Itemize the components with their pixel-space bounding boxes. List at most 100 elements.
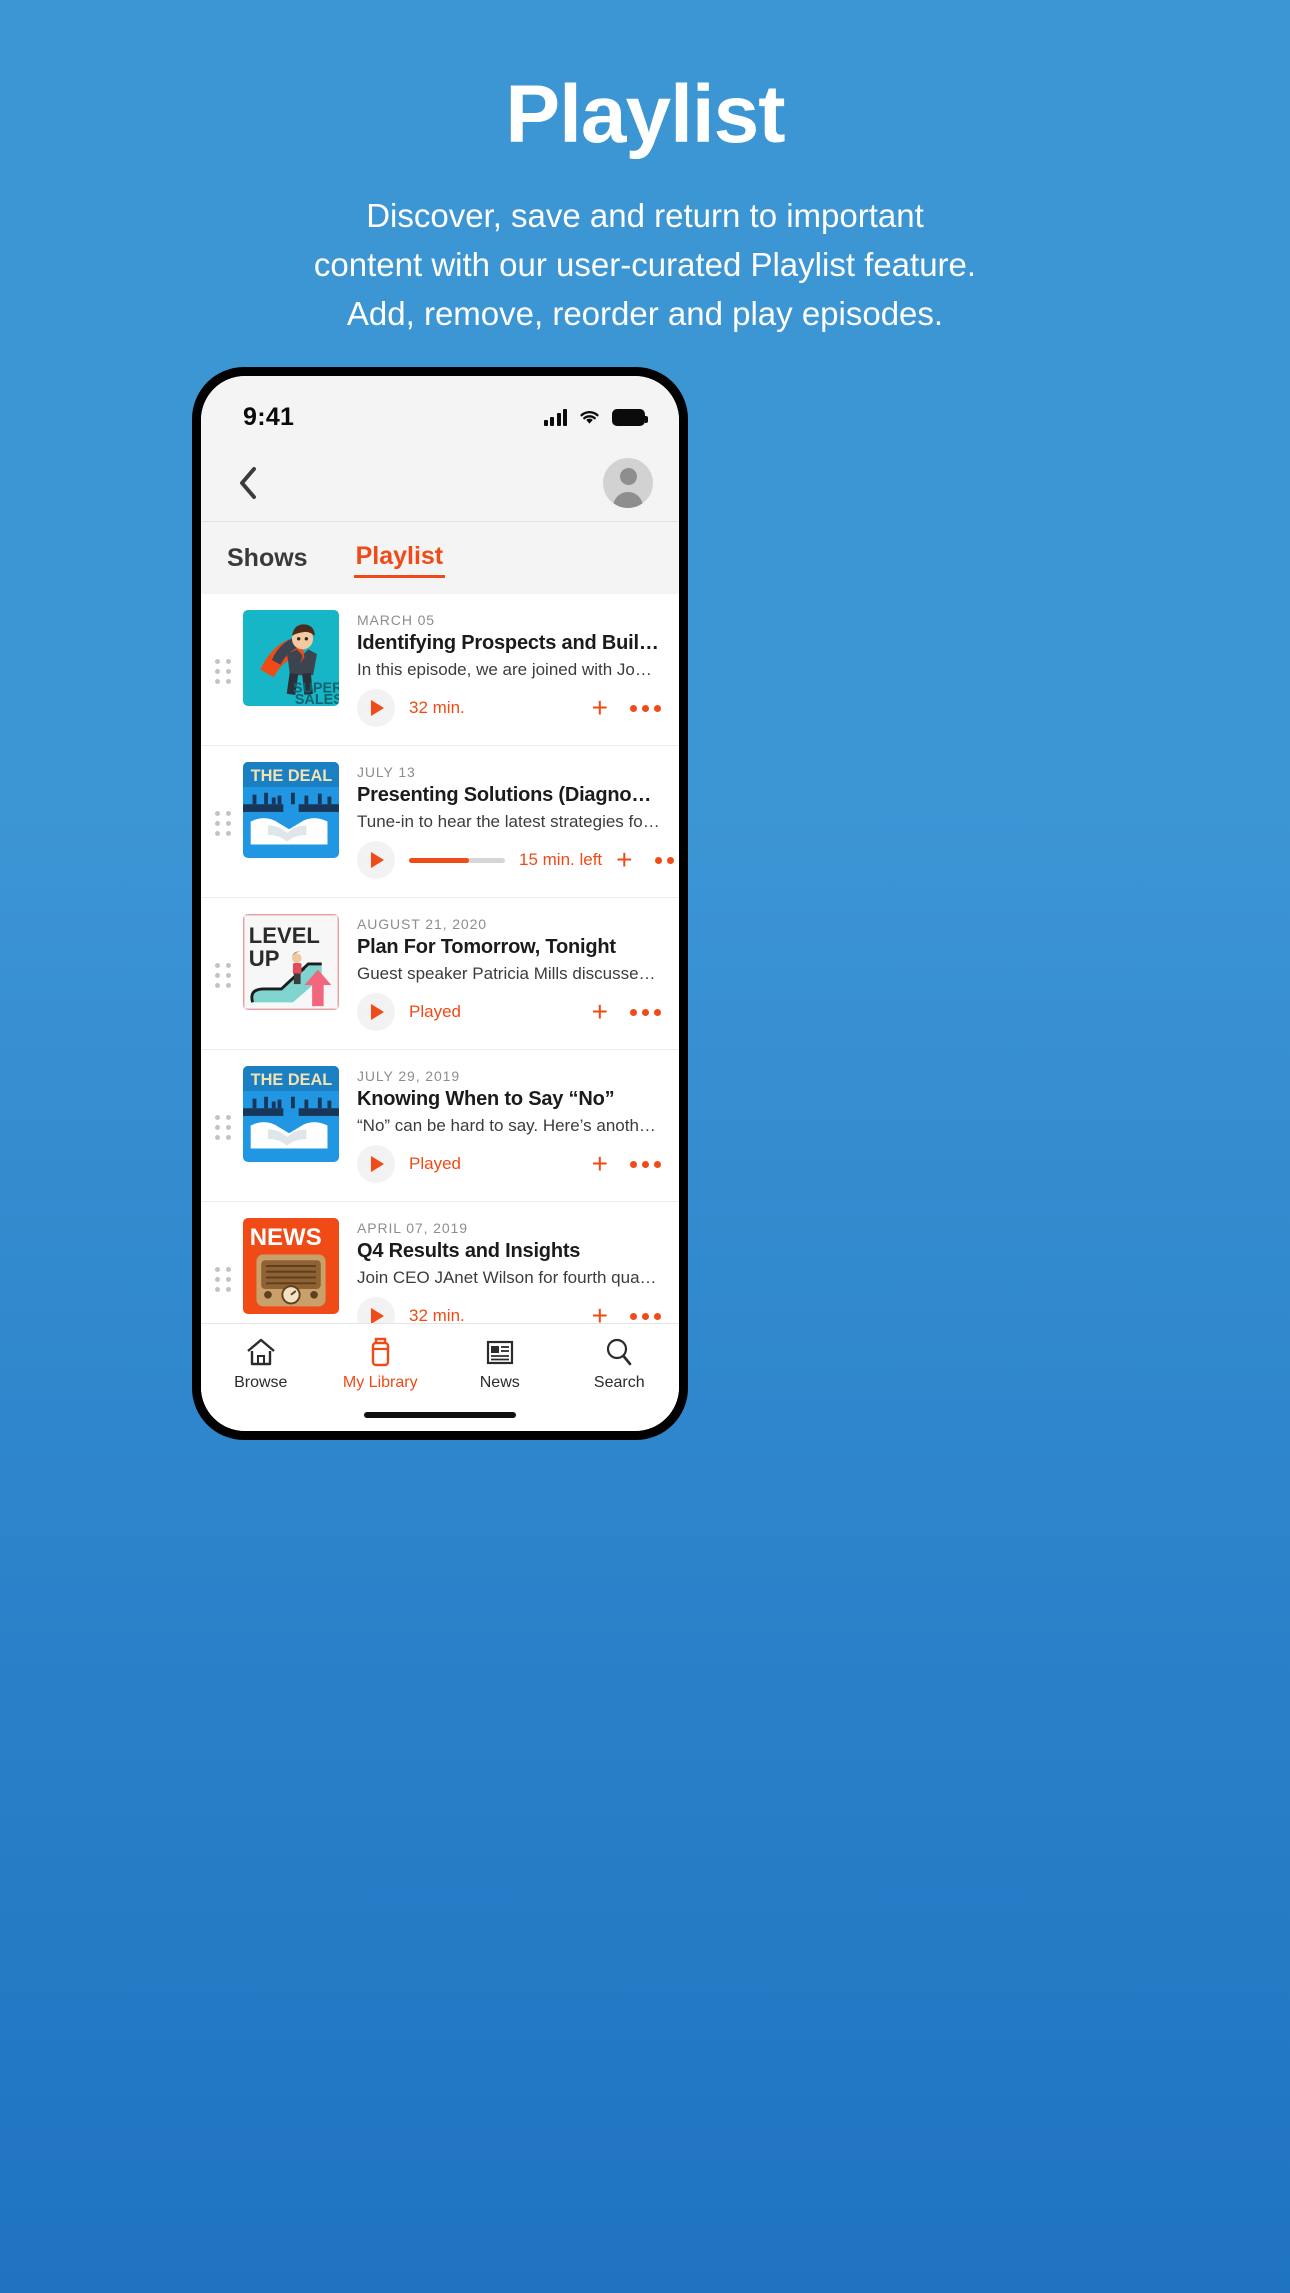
play-button[interactable] xyxy=(357,993,395,1031)
episode-artwork-level-up: LEVEL UP xyxy=(243,914,339,1010)
more-options-button[interactable] xyxy=(654,856,679,864)
episode-description: “No” can be hard to say. Here’s another … xyxy=(357,1116,661,1135)
more-options-button[interactable] xyxy=(630,1008,661,1016)
episode-date: JULY 29, 2019 xyxy=(357,1068,461,1084)
nav-label-news: News xyxy=(479,1374,520,1391)
episode-status: 32 min. xyxy=(409,1306,465,1323)
drag-handle-icon[interactable] xyxy=(215,811,237,836)
newspaper-icon xyxy=(486,1340,513,1365)
nav-label-my-library: My Library xyxy=(342,1374,418,1391)
battery-icon xyxy=(612,408,648,426)
episode-actions: + xyxy=(592,1150,661,1178)
promo-subtitle-line-2: content with our user-curated Playlist f… xyxy=(313,245,977,283)
drag-handle-icon[interactable] xyxy=(215,659,237,684)
account-avatar-icon[interactable] xyxy=(603,457,653,508)
svg-text:SALES: SALES xyxy=(295,692,339,706)
nav-item-search[interactable]: Search xyxy=(560,1336,680,1392)
episode-meta: MARCH 05 Identifying Prospects and Build… xyxy=(357,610,661,727)
play-icon xyxy=(371,1156,384,1172)
play-button[interactable] xyxy=(357,1297,395,1323)
add-to-playlist-button[interactable]: + xyxy=(592,1150,608,1178)
table-row[interactable]: THE DEAL JULY 29, 2019 Knowing When to S… xyxy=(201,1050,679,1202)
more-options-button[interactable] xyxy=(630,1312,661,1320)
episode-actions: + xyxy=(592,694,661,722)
nav-item-my-library[interactable]: My Library xyxy=(321,1336,441,1392)
svg-text:THE DEAL: THE DEAL xyxy=(251,767,333,785)
play-button[interactable] xyxy=(357,1145,395,1183)
wifi-icon xyxy=(580,410,599,424)
episode-status: Played xyxy=(409,1002,461,1021)
episode-description: Guest speaker Patricia Mills discusses t… xyxy=(357,964,661,983)
episode-description: Join CEO JAnet Wilson for fourth quarter… xyxy=(357,1268,661,1287)
add-to-playlist-button[interactable]: + xyxy=(592,694,608,722)
episode-date: AUGUST 21, 2020 xyxy=(357,916,487,932)
episode-meta: APRIL 07, 2019 Q4 Results and Insights J… xyxy=(357,1218,661,1323)
episode-title[interactable]: Q4 Results and Insights xyxy=(357,1240,661,1263)
add-to-playlist-button[interactable]: + xyxy=(592,998,608,1026)
home-indicator xyxy=(364,1412,516,1418)
table-row[interactable]: NEWS APRIL 07, 2019 Q4 Results and Insig… xyxy=(201,1202,679,1323)
cellular-signal-icon xyxy=(543,408,567,426)
svg-text:NEWS: NEWS xyxy=(250,1224,322,1251)
episode-meta: JULY 29, 2019 Knowing When to Say “No” “… xyxy=(357,1066,661,1183)
back-chevron-icon xyxy=(240,466,256,499)
episode-controls: 32 min. + xyxy=(357,689,661,727)
episode-artwork-the-deal: THE DEAL xyxy=(243,762,339,858)
episode-meta: JULY 13 Presenting Solutions (Diagnostic… xyxy=(357,762,679,879)
more-options-button[interactable] xyxy=(630,1160,661,1168)
drag-handle-icon[interactable] xyxy=(215,1115,237,1140)
promo-subtitle-line-3: Add, remove, reorder and play episodes. xyxy=(346,294,944,332)
episode-title[interactable]: Presenting Solutions (Diagnostics… xyxy=(357,784,661,807)
nav-label-search: Search xyxy=(593,1374,645,1391)
svg-text:LEVEL: LEVEL xyxy=(249,923,320,948)
svg-text:UP: UP xyxy=(249,946,280,971)
episode-date: MARCH 05 xyxy=(357,612,435,628)
tab-playlist[interactable]: Playlist xyxy=(353,538,446,578)
home-icon xyxy=(246,1338,275,1366)
episode-description: In this episode, we are joined with John… xyxy=(357,660,661,679)
drag-handle-icon[interactable] xyxy=(215,1267,237,1292)
back-button[interactable] xyxy=(229,464,267,502)
episode-controls: 32 min. + xyxy=(357,1297,661,1323)
episode-description: Tune-in to hear the latest strategies fo… xyxy=(357,812,661,831)
episode-artwork-news: NEWS xyxy=(243,1218,339,1314)
phone-screen: 9:41 Shows Playlist SUPER SALES MARCH 05… xyxy=(201,376,679,1431)
status-icons xyxy=(543,408,648,426)
episode-status: Played xyxy=(409,1154,461,1173)
table-row[interactable]: SUPER SALES MARCH 05 Identifying Prospec… xyxy=(201,594,679,746)
play-icon xyxy=(371,1004,384,1020)
episode-status: 32 min. xyxy=(409,698,465,717)
episode-actions: + xyxy=(592,998,661,1026)
episode-meta: AUGUST 21, 2020 Plan For Tomorrow, Tonig… xyxy=(357,914,661,1031)
magnifier-icon xyxy=(607,1338,632,1366)
nav-item-browse[interactable]: Browse xyxy=(201,1336,321,1392)
play-icon xyxy=(371,700,384,716)
promo-subtitle-line-1: Discover, save and return to important xyxy=(366,197,924,234)
episode-list[interactable]: SUPER SALES MARCH 05 Identifying Prospec… xyxy=(201,594,679,1323)
table-row[interactable]: THE DEAL JULY 13 Presenting Solutions (D… xyxy=(201,746,679,898)
nav-item-news[interactable]: News xyxy=(440,1336,560,1392)
status-time: 9:41 xyxy=(243,402,295,431)
episode-title[interactable]: Knowing When to Say “No” xyxy=(357,1088,661,1111)
table-row[interactable]: LEVEL UP AUGUST 21, 2020 Plan For Tomorr… xyxy=(201,898,679,1050)
add-to-playlist-button[interactable]: + xyxy=(616,846,632,874)
play-button[interactable] xyxy=(357,689,395,727)
play-button[interactable] xyxy=(357,841,395,879)
content-tabs: Shows Playlist xyxy=(201,522,679,594)
add-to-playlist-button[interactable]: + xyxy=(592,1302,608,1324)
progress-bar[interactable] xyxy=(409,857,505,863)
drag-handle-icon[interactable] xyxy=(215,963,237,988)
tab-shows[interactable]: Shows xyxy=(225,540,310,577)
more-options-button[interactable] xyxy=(630,704,661,712)
promo-subtitle: Discover, save and return to important c… xyxy=(0,192,1290,338)
nav-label-browse: Browse xyxy=(234,1374,288,1391)
play-icon xyxy=(371,1308,384,1323)
episode-artwork-super-sales: SUPER SALES xyxy=(243,610,339,706)
play-icon xyxy=(371,852,384,868)
status-bar: 9:41 xyxy=(201,376,679,444)
episode-actions: + xyxy=(616,846,679,874)
episode-title[interactable]: Identifying Prospects and Buildin… xyxy=(357,632,661,655)
app-navbar xyxy=(201,444,679,522)
episode-title[interactable]: Plan For Tomorrow, Tonight xyxy=(357,936,661,959)
episode-controls: 15 min. left + xyxy=(357,841,679,879)
